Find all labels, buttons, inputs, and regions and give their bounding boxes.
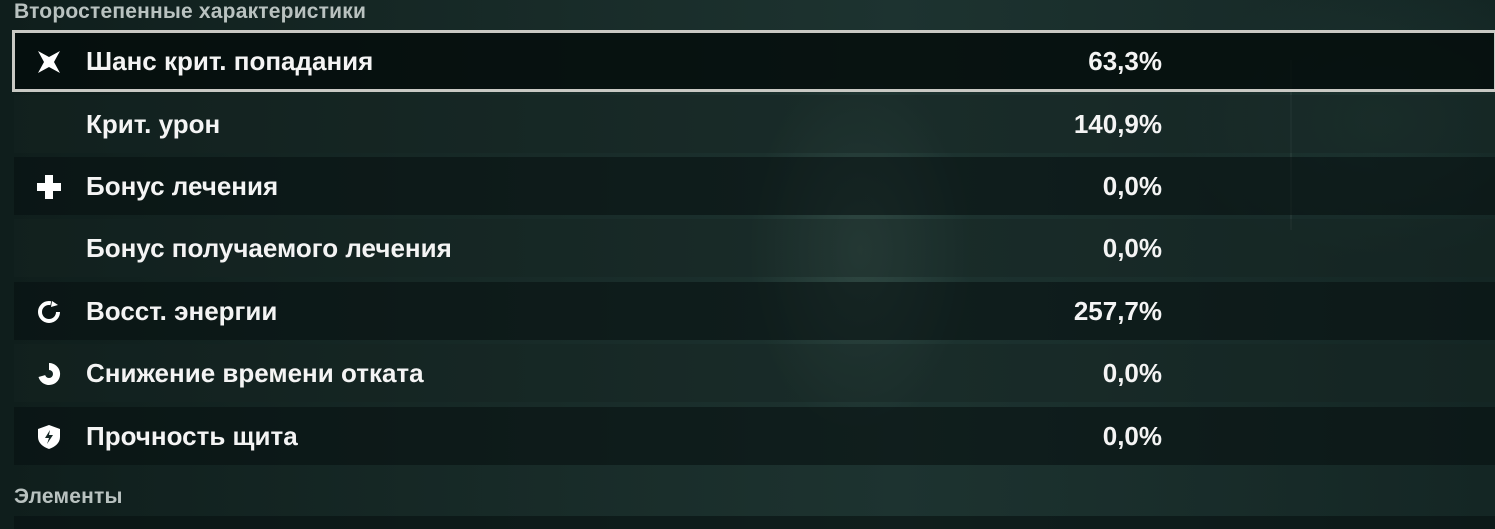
stat-value: 0,0% xyxy=(1102,233,1162,263)
stat-label: Шанс крит. попадания xyxy=(86,46,374,76)
stat-row-cd-reduction[interactable]: Снижение времени отката 0,0% xyxy=(14,344,1495,402)
stat-row-healing-bonus[interactable]: Бонус лечения 0,0% xyxy=(14,157,1495,215)
stat-row-incoming-healing[interactable]: Бонус получаемого лечения 0,0% xyxy=(14,219,1495,277)
section-title-secondary: Второстепенные характеристики xyxy=(14,0,367,23)
shield-strength-icon xyxy=(38,425,60,449)
crit-rate-icon xyxy=(38,51,60,73)
stat-value: 140,9% xyxy=(1073,109,1162,139)
energy-recharge-icon xyxy=(38,301,60,323)
stat-row-energy-recharge[interactable]: Восст. энергии 257,7% xyxy=(14,282,1495,340)
section-title-elements: Элементы xyxy=(14,485,123,508)
stat-label: Бонус лечения xyxy=(86,171,279,201)
stat-row-shield-strength[interactable]: Прочность щита 0,0% xyxy=(14,407,1495,465)
stat-label: Прочность щита xyxy=(86,421,298,451)
stat-value: 257,7% xyxy=(1073,296,1162,326)
stat-label: Бонус получаемого лечения xyxy=(86,233,452,263)
stat-row-crit-dmg[interactable]: Крит. урон 140,9% xyxy=(14,95,1495,153)
stat-value: 0,0% xyxy=(1102,171,1162,201)
healing-bonus-icon xyxy=(37,175,61,199)
stat-label: Крит. урон xyxy=(86,109,221,139)
stat-value: 0,0% xyxy=(1102,421,1162,451)
stat-label: Снижение времени отката xyxy=(86,358,424,388)
stat-label: Восст. энергии xyxy=(86,296,278,326)
stat-value: 63,3% xyxy=(1088,46,1162,76)
stat-row-crit-rate[interactable]: Шанс крит. попадания 63,3% xyxy=(12,30,1495,92)
stat-value: 0,0% xyxy=(1102,358,1162,388)
elements-row-partial xyxy=(14,516,1495,529)
cd-reduction-icon xyxy=(38,362,61,385)
